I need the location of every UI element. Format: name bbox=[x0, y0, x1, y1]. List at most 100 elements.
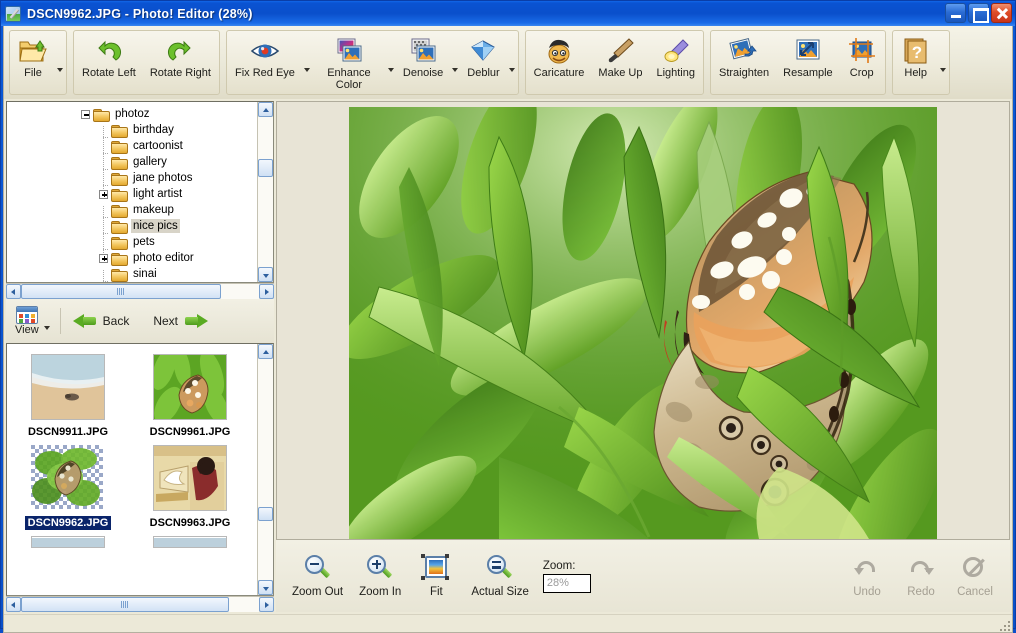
zoom-in-button[interactable]: Zoom In bbox=[351, 552, 409, 600]
expand-icon[interactable] bbox=[99, 190, 108, 199]
help-button[interactable]: ? Help bbox=[894, 31, 938, 94]
crop-label: Crop bbox=[850, 68, 874, 80]
tree-item-jane-photos[interactable]: jane photos bbox=[7, 170, 257, 186]
scroll-grip-icon bbox=[121, 601, 129, 608]
thumb-horizontal-scrollbar[interactable] bbox=[6, 596, 274, 612]
fit-button[interactable]: Fit bbox=[409, 552, 463, 600]
tree-item-label: nice pics bbox=[131, 219, 180, 233]
straighten-button[interactable]: Straighten bbox=[712, 31, 776, 94]
toolbar-group-file: File bbox=[9, 30, 67, 95]
caricature-label: Caricature bbox=[534, 68, 585, 80]
back-button[interactable]: Back bbox=[69, 308, 134, 334]
thumb-hscroll-track[interactable] bbox=[21, 597, 259, 612]
expand-icon[interactable] bbox=[99, 254, 108, 263]
tree-item-light-artist[interactable]: light artist bbox=[7, 186, 257, 202]
undo-button[interactable]: Undo bbox=[840, 552, 894, 600]
magnifier-minus-icon bbox=[303, 554, 333, 584]
collapse-icon[interactable] bbox=[81, 110, 90, 119]
make-up-button[interactable]: Make Up bbox=[591, 31, 649, 94]
fix-red-eye-button[interactable]: Fix Red Eye bbox=[228, 31, 302, 94]
resample-button[interactable]: Resample bbox=[776, 31, 840, 94]
tree-item-photo-editor[interactable]: photo editor bbox=[7, 250, 257, 266]
cancel-label: Cancel bbox=[957, 586, 993, 598]
tree-item-nice-pics[interactable]: nice pics bbox=[7, 218, 257, 234]
view-dropdown-arrow[interactable] bbox=[42, 306, 52, 336]
photo-preview[interactable] bbox=[349, 107, 937, 539]
tree-scroll-left-button[interactable] bbox=[6, 284, 21, 299]
minimize-button[interactable] bbox=[945, 3, 966, 23]
tree-item-sinai[interactable]: sinai bbox=[7, 266, 257, 282]
enhance-color-dropdown-arrow[interactable] bbox=[386, 31, 396, 94]
next-button[interactable]: Next bbox=[149, 308, 212, 334]
file-dropdown-arrow[interactable] bbox=[55, 31, 65, 94]
tree-item-pets[interactable]: pets bbox=[7, 234, 257, 250]
zoom-out-button[interactable]: Zoom Out bbox=[284, 552, 351, 600]
undo-label: Undo bbox=[853, 586, 881, 598]
tree-item-gallery[interactable]: gallery bbox=[7, 154, 257, 170]
thumb-scroll-track[interactable] bbox=[258, 359, 273, 580]
folder-icon bbox=[111, 140, 127, 153]
thumb-scroll-left-button[interactable] bbox=[6, 597, 21, 612]
fix-red-eye-dropdown-arrow[interactable] bbox=[302, 31, 312, 94]
resample-icon bbox=[793, 35, 823, 67]
folder-icon bbox=[111, 172, 127, 185]
tree-scroll-thumb[interactable] bbox=[258, 159, 273, 177]
tree-scroll-down-button[interactable] bbox=[258, 267, 273, 282]
thumbnail-item[interactable]: DSCN9962.JPG bbox=[7, 439, 129, 530]
lighting-button[interactable]: Lighting bbox=[649, 31, 702, 94]
rotate-right-icon bbox=[166, 35, 194, 67]
help-label: Help bbox=[904, 68, 927, 80]
make-up-label: Make Up bbox=[598, 68, 642, 80]
thumbnail-item[interactable]: DSCN9963.JPG bbox=[129, 439, 251, 530]
thumb-scroll-down-button[interactable] bbox=[258, 580, 273, 595]
deblur-dropdown-arrow[interactable] bbox=[507, 31, 517, 94]
image-canvas[interactable] bbox=[276, 101, 1010, 540]
tree-scroll-right-button[interactable] bbox=[259, 284, 274, 299]
caricature-button[interactable]: Caricature bbox=[527, 31, 592, 94]
enhance-color-button[interactable]: Enhance Color bbox=[312, 31, 386, 94]
tree-item-photoz[interactable]: photoz bbox=[7, 106, 257, 122]
tree-item-makeup[interactable]: makeup bbox=[7, 202, 257, 218]
fix-red-eye-label: Fix Red Eye bbox=[235, 68, 295, 80]
crop-button[interactable]: Crop bbox=[840, 31, 884, 94]
denoise-button[interactable]: Denoise bbox=[396, 31, 450, 94]
thumbnail-list[interactable]: DSCN9911.JPGDSCN9961.JPGDSCN9962.JPGDSCN… bbox=[6, 343, 274, 596]
thumb-vertical-scrollbar[interactable] bbox=[257, 344, 273, 595]
tree-item-cartoonist[interactable]: cartoonist bbox=[7, 138, 257, 154]
close-button[interactable] bbox=[991, 3, 1012, 23]
denoise-dropdown-arrow[interactable] bbox=[450, 31, 460, 94]
tree-horizontal-scrollbar[interactable] bbox=[6, 283, 274, 299]
tree-scroll-track[interactable] bbox=[258, 117, 273, 267]
maximize-button[interactable] bbox=[968, 3, 989, 23]
thumb-scroll-up-button[interactable] bbox=[258, 344, 273, 359]
open-folder-icon bbox=[18, 35, 48, 67]
rotate-right-button[interactable]: Rotate Right bbox=[143, 31, 218, 94]
tree-item-birthday[interactable]: birthday bbox=[7, 122, 257, 138]
tree-vertical-scrollbar[interactable] bbox=[257, 102, 273, 282]
tree-hscroll-thumb[interactable] bbox=[21, 284, 221, 299]
toolbar-group-rotate: Rotate Left Rotate Right bbox=[73, 30, 220, 95]
resample-label: Resample bbox=[783, 68, 833, 80]
thumbnail-item[interactable]: DSCN9961.JPG bbox=[129, 348, 251, 439]
redo-button[interactable]: Redo bbox=[894, 552, 948, 600]
rotate-left-button[interactable]: Rotate Left bbox=[75, 31, 143, 94]
folder-tree[interactable]: photozbirthdaycartoonistgalleryjane phot… bbox=[6, 101, 274, 283]
thumb-hscroll-thumb[interactable] bbox=[21, 597, 229, 612]
actual-size-button[interactable]: Actual Size bbox=[463, 552, 537, 600]
tree-scroll-up-button[interactable] bbox=[258, 102, 273, 117]
zoom-input[interactable]: 28% bbox=[543, 574, 591, 593]
thumb-scroll-right-button[interactable] bbox=[259, 597, 274, 612]
application-window: DSCN9962.JPG - Photo! Editor (28%) bbox=[0, 0, 1016, 629]
deblur-button[interactable]: Deblur bbox=[460, 31, 506, 94]
thumbnail-item[interactable] bbox=[129, 530, 251, 548]
thumb-scroll-thumb[interactable] bbox=[258, 507, 273, 521]
thumbnail-item[interactable] bbox=[7, 530, 129, 548]
fit-to-window-icon bbox=[421, 554, 451, 584]
help-dropdown-arrow[interactable] bbox=[938, 31, 948, 94]
rotate-left-icon bbox=[95, 35, 123, 67]
view-button[interactable]: View bbox=[12, 305, 42, 337]
thumbnail-item[interactable]: DSCN9911.JPG bbox=[7, 348, 129, 439]
tree-hscroll-track[interactable] bbox=[21, 284, 259, 299]
file-button[interactable]: File bbox=[11, 31, 55, 94]
cancel-button[interactable]: Cancel bbox=[948, 552, 1002, 600]
